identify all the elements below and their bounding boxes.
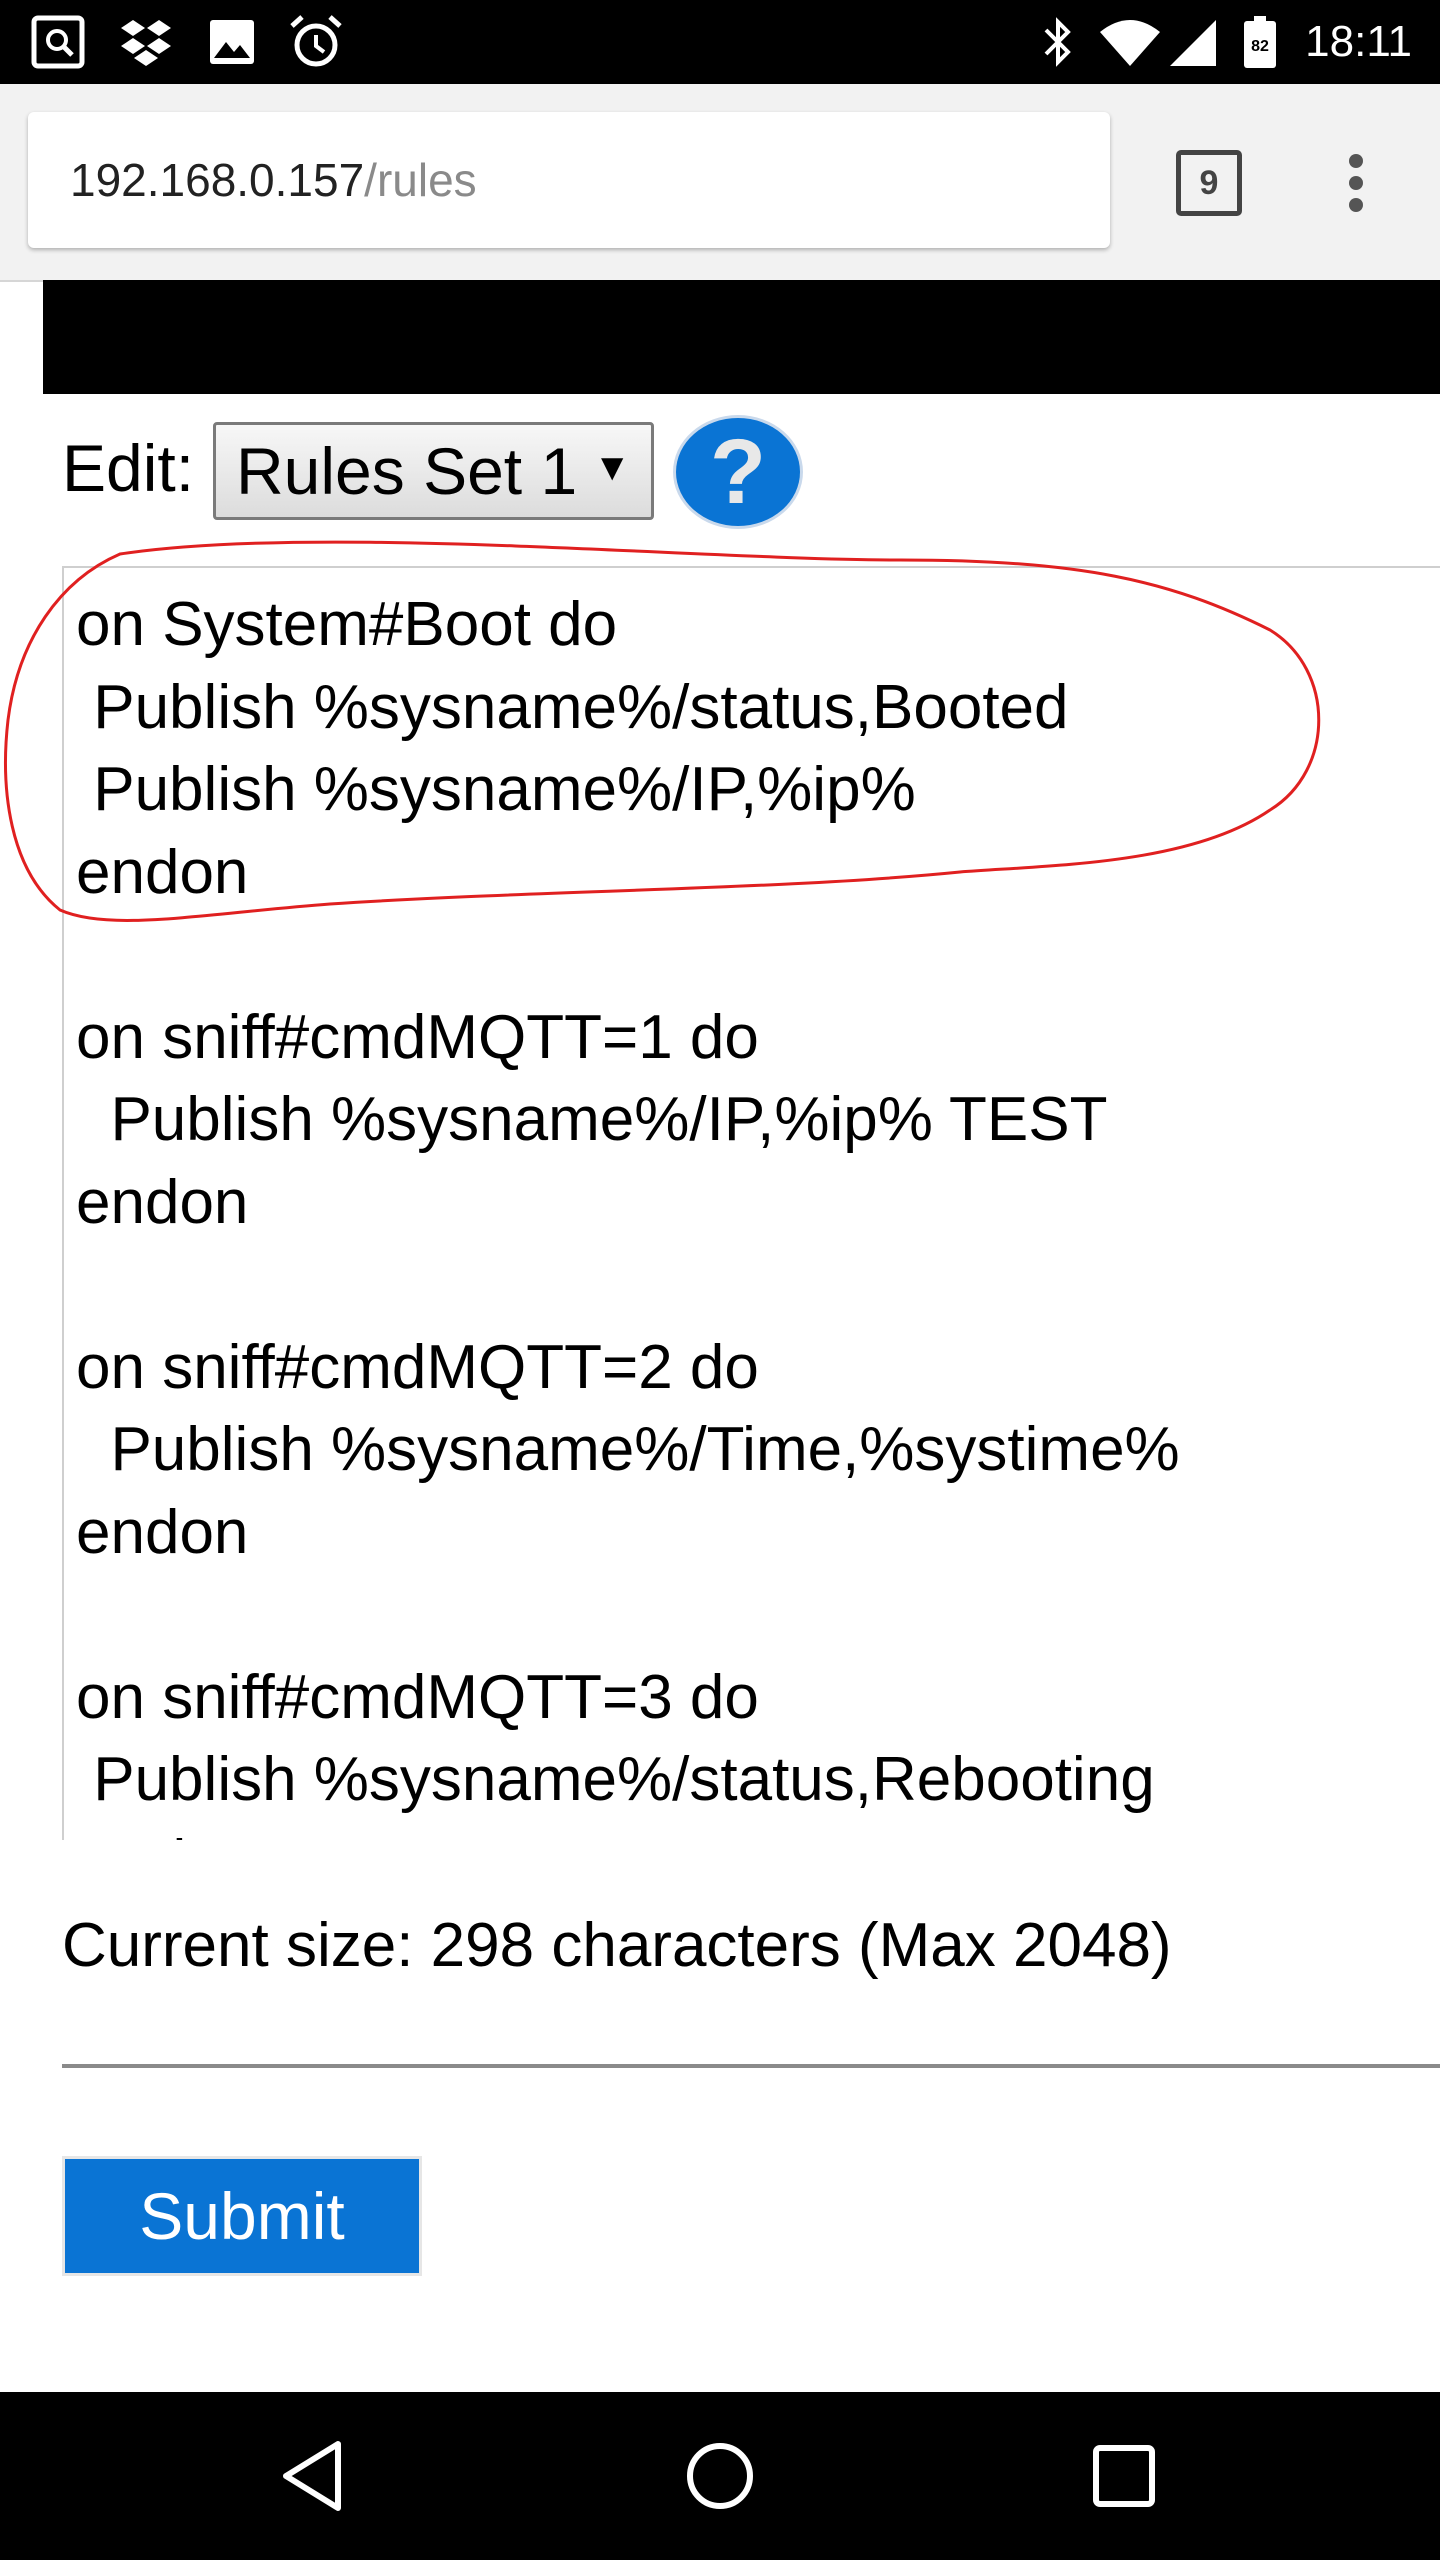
signal-icon <box>1166 14 1220 70</box>
help-button[interactable]: ? <box>676 418 800 526</box>
tab-switcher-button[interactable]: 9 <box>1176 150 1242 216</box>
dropbox-icon <box>118 14 174 70</box>
submit-button[interactable]: Submit <box>62 2156 422 2276</box>
url-host: 192.168.0.157 <box>70 154 365 206</box>
image-icon <box>204 14 260 70</box>
page-header-bar <box>43 280 1440 394</box>
battery-level-text: 82 <box>1251 38 1269 55</box>
rules-textarea[interactable]: on System#Boot do Publish %sysname%/stat… <box>62 566 1440 1840</box>
dropdown-arrow-icon: ▼ <box>593 447 631 489</box>
rules-set-select[interactable]: Rules Set 1 ▼ <box>213 422 654 520</box>
battery-icon: 82 <box>1242 14 1278 70</box>
back-icon[interactable] <box>276 2436 356 2516</box>
url-path: /rules <box>364 154 477 206</box>
bluetooth-icon <box>1030 14 1086 70</box>
rules-text: on System#Boot do Publish %sysname%/stat… <box>76 590 1180 1840</box>
navigation-bar <box>0 2392 1440 2560</box>
clock-time: 18:11 <box>1305 17 1412 66</box>
wifi-icon <box>1098 14 1162 70</box>
browser-toolbar: 192.168.0.157/rules 9 <box>0 84 1440 282</box>
more-vert-icon[interactable] <box>1330 148 1382 218</box>
recents-icon[interactable] <box>1084 2436 1164 2516</box>
status-bar: 82 18:11 <box>0 0 1440 84</box>
divider <box>62 2064 1440 2068</box>
alarm-icon <box>288 14 344 70</box>
address-bar[interactable]: 192.168.0.157/rules <box>28 112 1110 248</box>
home-icon[interactable] <box>680 2436 760 2516</box>
edit-label: Edit: <box>62 431 195 505</box>
rules-set-selected: Rules Set 1 <box>236 434 578 508</box>
size-info-text: Current size: 298 characters (Max 2048) <box>62 1911 1172 1980</box>
screenshot-icon <box>30 14 86 70</box>
